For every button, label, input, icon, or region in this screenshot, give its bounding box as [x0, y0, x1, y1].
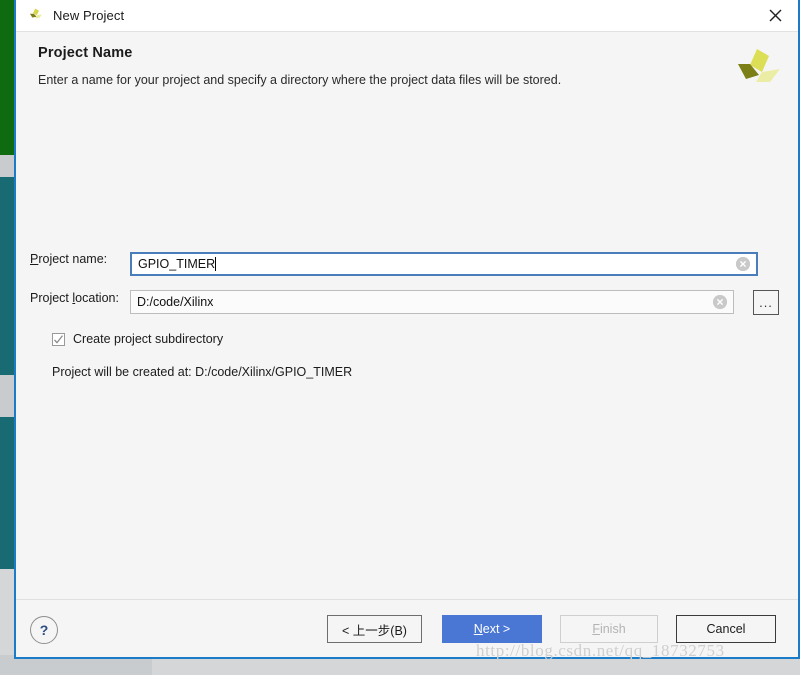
project-location-row: Project location: [30, 291, 119, 305]
checkmark-icon [52, 332, 65, 346]
dialog-header: Project Name Enter a name for your proje… [16, 32, 798, 106]
project-path-preview: Project will be created at: D:/code/Xili… [52, 365, 353, 379]
new-project-dialog: New Project Project Name Enter a name fo… [14, 0, 800, 659]
cancel-button-label: Cancel [706, 622, 746, 636]
next-button[interactable]: Next > [442, 615, 542, 643]
project-name-label: Project name: [30, 252, 108, 266]
background-teal-panel-2 [0, 417, 14, 569]
xilinx-logo-icon [30, 8, 42, 18]
project-location-input[interactable]: D:/code/Xilinx [130, 290, 734, 314]
dialog-footer: ? < 上一步(B) Next > Finish Cancel [16, 599, 798, 657]
background-side-tab-2[interactable] [0, 375, 14, 417]
project-location-label: Project location: [30, 291, 119, 305]
project-location-value: D:/code/Xilinx [137, 295, 214, 309]
background-teal-panel-1 [0, 177, 14, 375]
finish-button: Finish [560, 615, 658, 643]
project-name-value: GPIO_TIMER [138, 257, 216, 271]
background-green-panel [0, 0, 14, 155]
back-button[interactable]: < 上一步(B) [327, 615, 422, 643]
cancel-button[interactable]: Cancel [676, 615, 776, 643]
create-subdirectory-checkbox[interactable]: Create project subdirectory [52, 332, 223, 346]
page-title: Project Name [38, 45, 133, 61]
dialog-body: Project name: GPIO_TIMER Project locatio… [16, 106, 798, 599]
project-name-input[interactable]: GPIO_TIMER [130, 252, 758, 276]
screen: New Project Project Name Enter a name fo… [0, 0, 800, 675]
clear-circle-icon[interactable] [736, 257, 750, 271]
dialog-title: New Project [53, 8, 125, 23]
next-button-label: Next > [473, 622, 511, 636]
back-button-label: < 上一步(B) [342, 623, 407, 638]
text-caret [215, 257, 217, 271]
finish-button-label: Finish [592, 622, 626, 636]
clear-circle-icon[interactable] [713, 295, 727, 309]
ellipsis-icon: ... [759, 294, 773, 310]
help-button[interactable]: ? [30, 616, 58, 644]
page-subtitle: Enter a name for your project and specif… [38, 73, 562, 87]
background-side-tab-1[interactable] [0, 155, 14, 177]
close-icon[interactable] [752, 0, 798, 30]
dialog-titlebar: New Project [16, 0, 798, 32]
browse-directory-button[interactable]: ... [753, 290, 779, 315]
create-subdirectory-label: Create project subdirectory [73, 332, 224, 346]
xilinx-vivado-logo [738, 49, 780, 82]
question-mark-icon: ? [39, 622, 49, 638]
project-name-row: Project name: [30, 252, 107, 266]
